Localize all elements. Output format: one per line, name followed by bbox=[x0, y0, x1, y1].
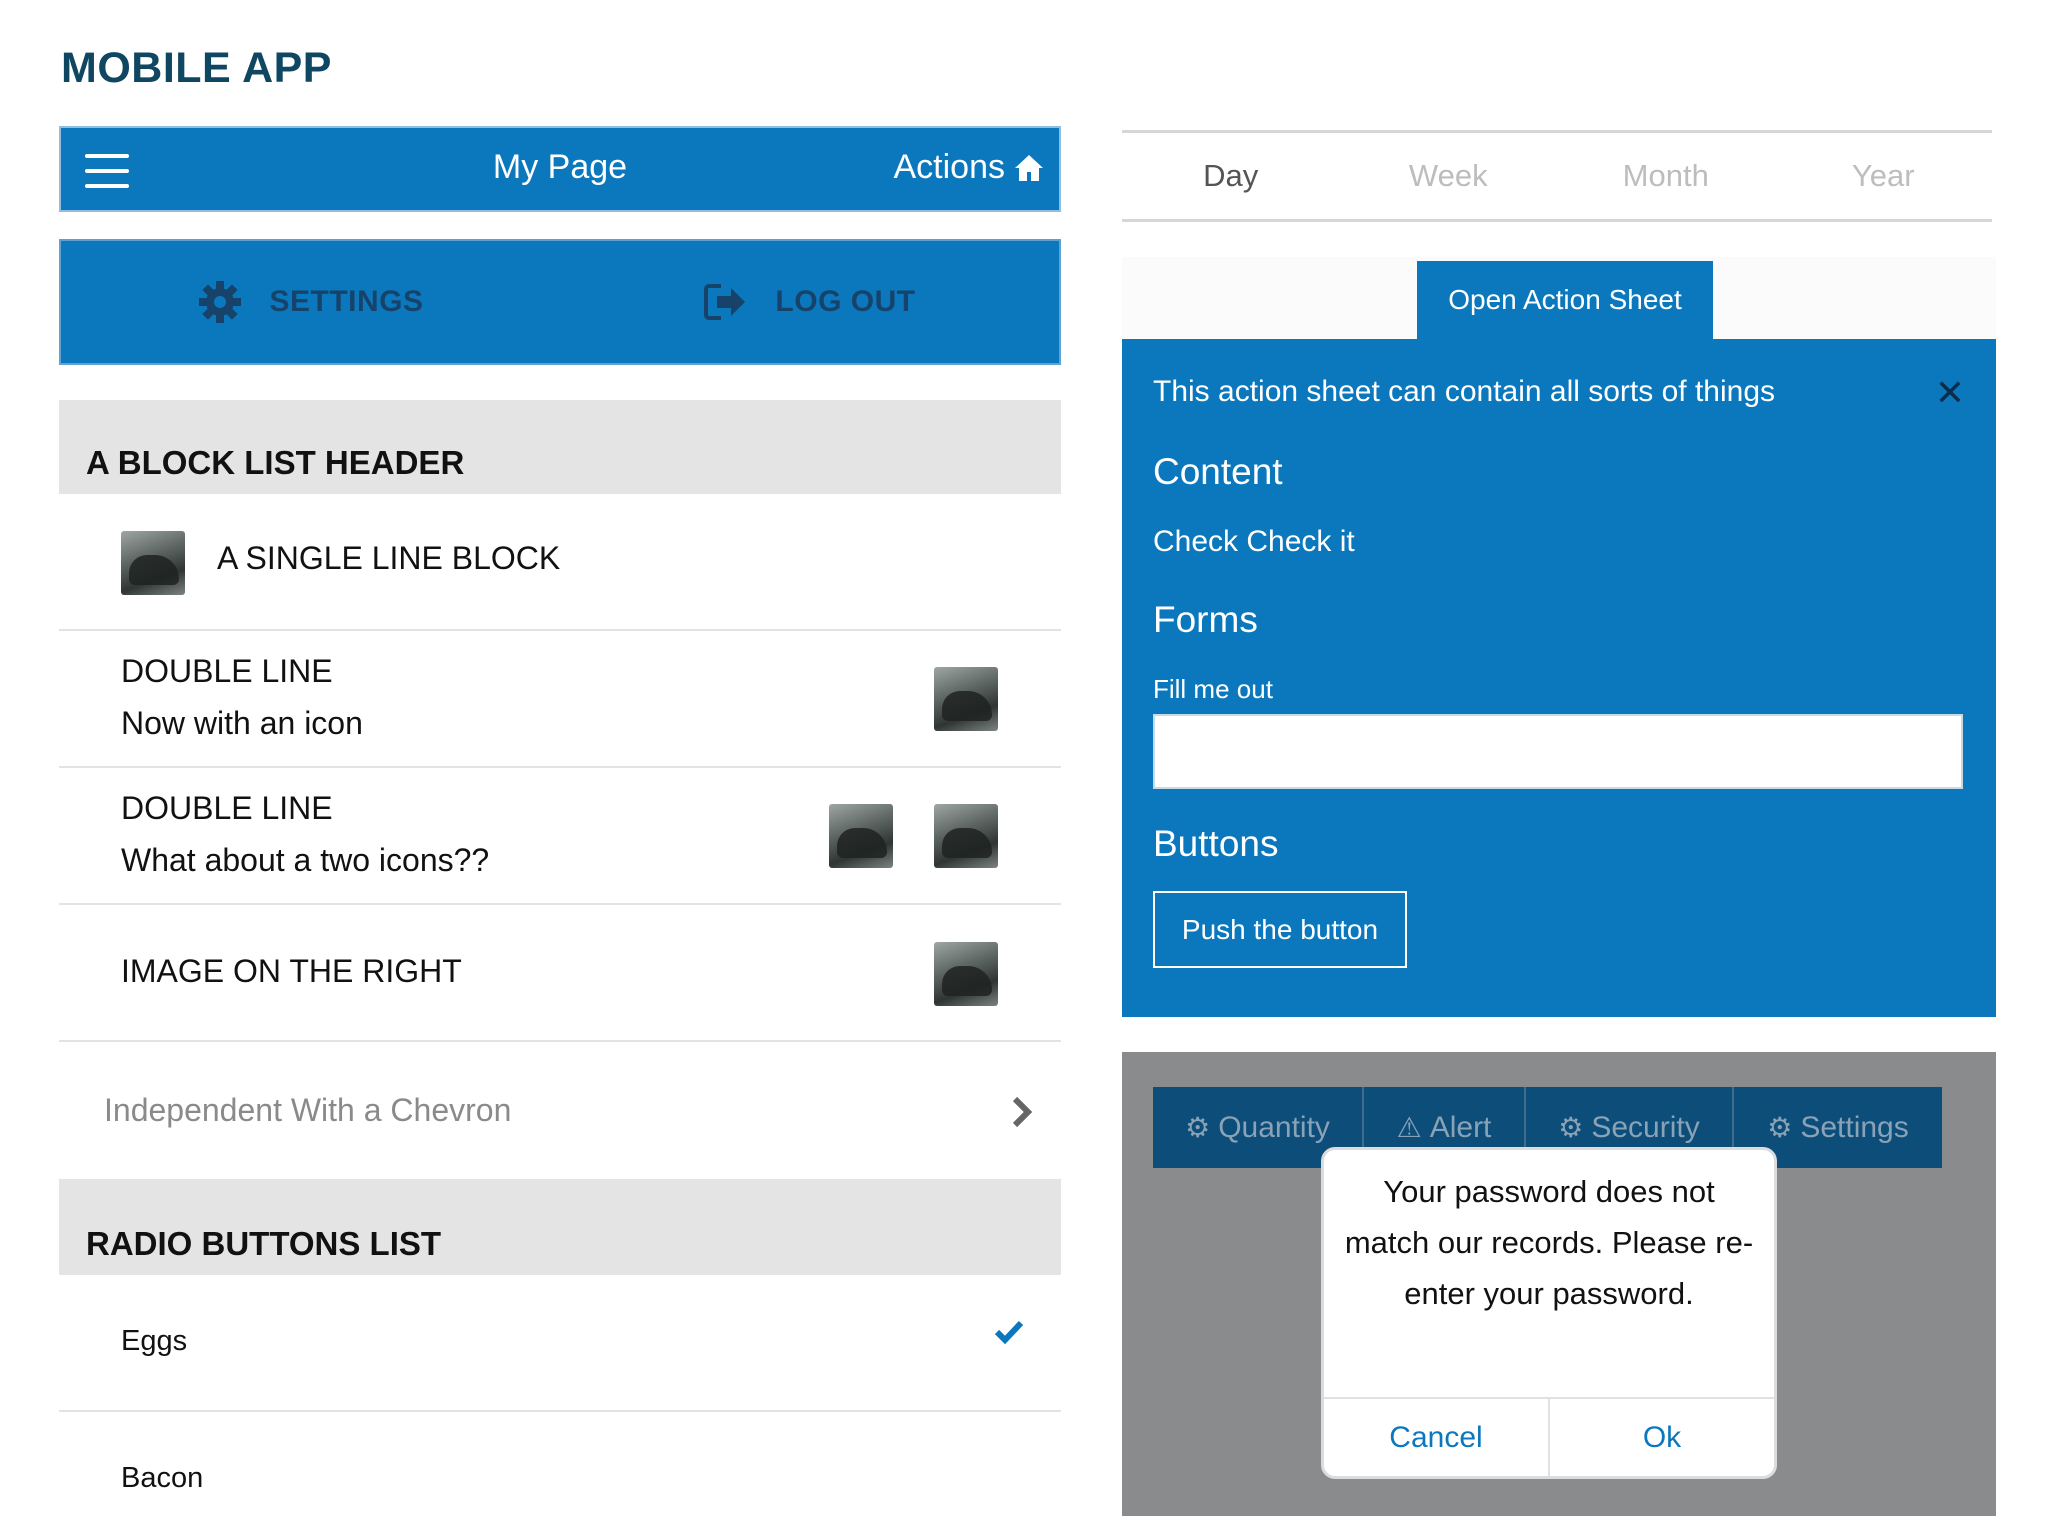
logout-tab-label: LOG OUT bbox=[775, 285, 916, 318]
action-sheet-description: This action sheet can contain all sorts … bbox=[1153, 375, 1776, 408]
modal-overlay: ⚙ Quantity ⚠ Alert ⚙ Security ⚙ Settings… bbox=[1122, 1052, 1996, 1516]
buttons-heading: Buttons bbox=[1153, 823, 1279, 864]
home-icon bbox=[1015, 154, 1043, 181]
list-item-title: DOUBLE LINE bbox=[121, 653, 333, 689]
list-item[interactable]: A SINGLE LINE BLOCK bbox=[59, 494, 1061, 631]
navbar: My Page Actions bbox=[59, 126, 1061, 212]
alert-dialog: Your password does not match our records… bbox=[1321, 1147, 1777, 1479]
ok-button[interactable]: Ok bbox=[1550, 1399, 1774, 1476]
segment-week[interactable]: Week bbox=[1340, 133, 1558, 219]
list-item-subtitle: Now with an icon bbox=[121, 705, 363, 741]
toolbar-label: Alert bbox=[1429, 1110, 1492, 1144]
toolbar-label: Quantity bbox=[1218, 1110, 1330, 1144]
gears-icon: ⚙ bbox=[1558, 1112, 1584, 1143]
gears-icon: ⚙ bbox=[1185, 1112, 1211, 1143]
cancel-button[interactable]: Cancel bbox=[1324, 1399, 1550, 1476]
gears-icon: ⚙ bbox=[1767, 1112, 1793, 1143]
push-button[interactable]: Push the button bbox=[1153, 891, 1407, 968]
chevron-right-icon bbox=[1012, 1096, 1033, 1128]
action-sheet: This action sheet can contain all sorts … bbox=[1122, 339, 1996, 1017]
fill-me-out-input[interactable] bbox=[1153, 714, 1963, 789]
block-list: A BLOCK LIST HEADER A SINGLE LINE BLOCK … bbox=[59, 400, 1061, 1516]
open-action-sheet-button[interactable]: Open Action Sheet bbox=[1417, 261, 1713, 341]
logout-tab[interactable]: LOG OUT bbox=[560, 241, 1059, 363]
content-text: Check Check it bbox=[1153, 525, 1355, 558]
left-panel: My Page Actions SETTINGS LOG OUT A BLOCK… bbox=[59, 126, 1061, 1516]
actions-button[interactable]: Actions bbox=[894, 148, 1046, 187]
list-item[interactable]: DOUBLE LINE What about a two icons?? bbox=[59, 768, 1061, 905]
alert-buttons: Cancel Ok bbox=[1324, 1397, 1774, 1476]
thumbnail-image bbox=[934, 804, 998, 868]
content-heading: Content bbox=[1153, 451, 1283, 492]
radio-item[interactable]: Eggs bbox=[59, 1275, 1061, 1412]
block-list-header: A BLOCK LIST HEADER bbox=[59, 400, 1061, 494]
alert-message: Your password does not match our records… bbox=[1344, 1174, 1754, 1311]
gear-icon bbox=[199, 281, 242, 323]
list-item[interactable]: DOUBLE LINE Now with an icon bbox=[59, 631, 1061, 768]
page-title: MOBILE APP bbox=[61, 44, 332, 92]
logout-icon bbox=[704, 284, 746, 320]
list-item-title: Independent With a Chevron bbox=[104, 1092, 512, 1128]
list-item-title: A SINGLE LINE BLOCK bbox=[217, 540, 561, 576]
segmented-control: Day Week Month Year bbox=[1122, 130, 1992, 222]
close-icon[interactable]: ✕ bbox=[1935, 375, 1965, 411]
thumbnail-image bbox=[829, 804, 893, 868]
checkmark-icon bbox=[994, 1320, 1024, 1345]
radio-list-header: RADIO BUTTONS LIST bbox=[59, 1179, 1061, 1275]
tab-bar: SETTINGS LOG OUT bbox=[59, 239, 1061, 365]
list-item-title: IMAGE ON THE RIGHT bbox=[121, 953, 462, 989]
segment-day[interactable]: Day bbox=[1122, 133, 1340, 219]
segment-year[interactable]: Year bbox=[1775, 133, 1993, 219]
radio-item[interactable]: Bacon bbox=[59, 1412, 1061, 1516]
list-item-subtitle: What about a two icons?? bbox=[121, 842, 490, 878]
thumbnail-image bbox=[934, 942, 998, 1006]
forms-heading: Forms bbox=[1153, 599, 1258, 640]
right-panel: Day Week Month Year Open Action Sheet Th… bbox=[1122, 130, 1996, 1516]
toolbar-label: Security bbox=[1591, 1110, 1700, 1144]
segment-month[interactable]: Month bbox=[1557, 133, 1775, 219]
thumbnail-image bbox=[121, 531, 185, 595]
thumbnail-image bbox=[934, 667, 998, 731]
settings-tab-label: SETTINGS bbox=[269, 285, 424, 318]
radio-item-label: Eggs bbox=[121, 1325, 188, 1357]
actions-label: Actions bbox=[893, 148, 1006, 186]
warning-icon: ⚠ bbox=[1396, 1112, 1422, 1143]
settings-tab[interactable]: SETTINGS bbox=[61, 241, 560, 363]
list-item-title: DOUBLE LINE bbox=[121, 790, 333, 826]
list-item[interactable]: IMAGE ON THE RIGHT bbox=[59, 905, 1061, 1042]
chevron-list-item[interactable]: Independent With a Chevron bbox=[59, 1042, 1061, 1179]
radio-item-label: Bacon bbox=[121, 1462, 204, 1494]
field-label: Fill me out bbox=[1153, 674, 1273, 704]
toolbar-label: Settings bbox=[1800, 1110, 1909, 1144]
